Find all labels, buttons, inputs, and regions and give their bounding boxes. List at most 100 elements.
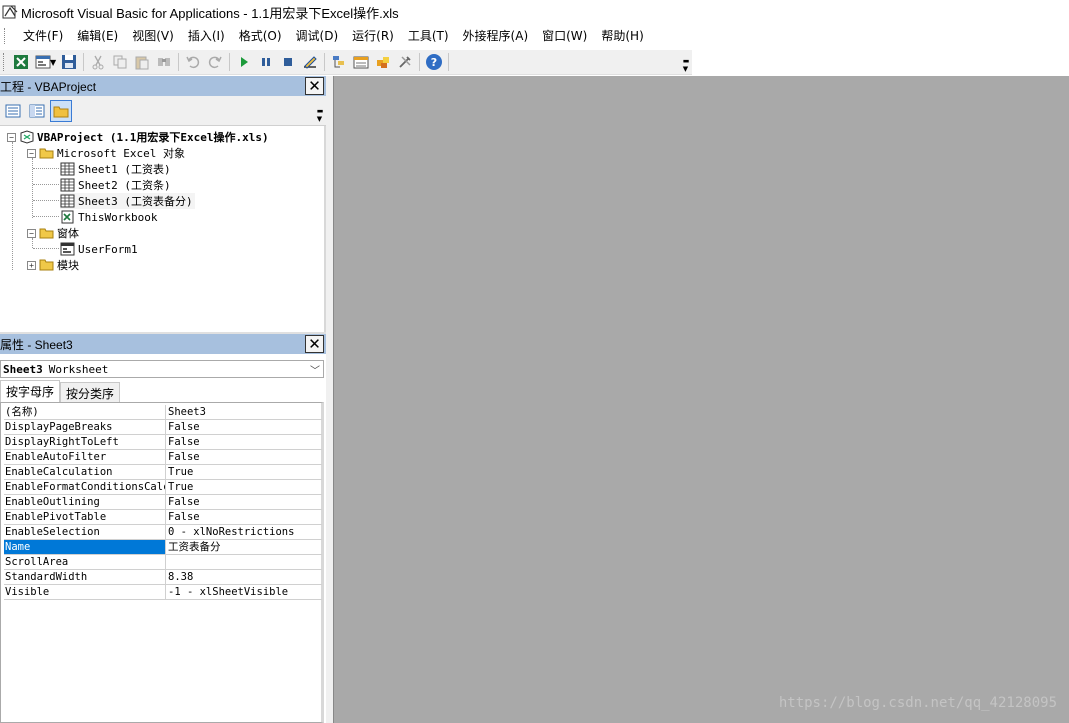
tree-node-sheet3[interactable]: Sheet3 (工资表备分) (60, 193, 195, 209)
toggle-folders-icon[interactable] (50, 99, 72, 122)
menu-addins[interactable]: 外接程序(A) (456, 26, 536, 46)
tab-alphabetic[interactable]: 按字母序 (0, 380, 61, 402)
property-row[interactable]: DisplayPageBreaks False (4, 420, 322, 435)
object-selector-dropdown[interactable]: Sheet3 Worksheet ﹀ (0, 360, 324, 378)
property-row[interactable]: DisplayRightToLeft False (4, 435, 322, 450)
property-name[interactable]: ScrollArea (4, 555, 166, 569)
tree-node-excel-objects[interactable]: − Microsoft Excel 对象 (27, 145, 187, 161)
redo-icon[interactable] (204, 51, 226, 73)
toolbar-options-chevron-icon[interactable]: ▬ ▼ (680, 50, 692, 75)
object-name: Sheet3 (3, 362, 43, 376)
view-object-icon[interactable] (26, 100, 48, 122)
property-row[interactable]: (名称) Sheet3 (4, 405, 322, 420)
project-toolbar-chevron-icon[interactable]: ▬ ▼ (314, 96, 326, 126)
chevron-down-icon[interactable]: ﹀ (310, 362, 320, 377)
property-value[interactable]: Sheet3 (166, 405, 322, 419)
tree-label-thisworkbook: ThisWorkbook (78, 210, 158, 224)
menu-window[interactable]: 窗口(W) (535, 26, 594, 46)
paste-icon[interactable] (131, 51, 153, 73)
code-window-area[interactable]: https://blog.csdn.net/qq_42128095 (333, 76, 1069, 723)
property-value[interactable]: False (166, 450, 322, 464)
property-row[interactable]: StandardWidth 8.38 (4, 570, 322, 585)
property-value[interactable]: 0 - xlNoRestrictions (166, 525, 322, 539)
property-value[interactable]: False (166, 420, 322, 434)
toolbox-icon[interactable] (394, 51, 416, 73)
insert-dropdown-chevron-icon[interactable]: ▼ (50, 58, 56, 67)
menu-file[interactable]: 文件(F) (16, 26, 70, 46)
property-name[interactable]: StandardWidth (4, 570, 166, 584)
project-explorer-icon[interactable] (328, 51, 350, 73)
property-name[interactable]: Visible (4, 585, 166, 599)
property-name[interactable]: Name (4, 540, 166, 554)
tree-node-userform1[interactable]: UserForm1 (60, 241, 140, 257)
property-row[interactable]: Name 工资表备分 (4, 540, 322, 555)
property-value[interactable]: False (166, 510, 322, 524)
property-name[interactable]: EnableFormatConditionsCalculation (4, 480, 166, 494)
menu-edit[interactable]: 编辑(E) (70, 26, 125, 46)
run-icon[interactable] (233, 51, 255, 73)
view-code-icon[interactable] (2, 100, 24, 122)
tree-node-forms[interactable]: − 窗体 (27, 225, 81, 241)
project-explorer-toolbar: ▬ ▼ (0, 96, 326, 126)
undo-icon[interactable] (182, 51, 204, 73)
property-row[interactable]: Visible -1 - xlSheetVisible (4, 585, 322, 600)
excel-icon[interactable] (10, 51, 32, 73)
tree-node-modules[interactable]: + 模块 (27, 257, 81, 273)
property-row[interactable]: EnableAutoFilter False (4, 450, 322, 465)
property-name[interactable]: DisplayRightToLeft (4, 435, 166, 449)
copy-icon[interactable] (109, 51, 131, 73)
help-icon[interactable]: ? (423, 51, 445, 73)
property-name[interactable]: DisplayPageBreaks (4, 420, 166, 434)
properties-icon[interactable] (350, 51, 372, 73)
collapse-icon[interactable]: − (27, 148, 36, 158)
reset-icon[interactable] (277, 51, 299, 73)
tree-node-vbaproject[interactable]: − VBAProject (1.1用宏录下Excel操作.xls) (7, 129, 271, 145)
menu-insert[interactable]: 插入(I) (181, 26, 232, 46)
tab-categorized[interactable]: 按分类序 (60, 382, 121, 402)
property-name[interactable]: EnableCalculation (4, 465, 166, 479)
menubar-grip[interactable] (4, 28, 8, 44)
collapse-icon[interactable]: − (7, 132, 16, 142)
toolbar-grip[interactable] (3, 53, 7, 71)
property-row[interactable]: EnableCalculation True (4, 465, 322, 480)
property-name[interactable]: EnablePivotTable (4, 510, 166, 524)
property-name[interactable]: (名称) (4, 405, 166, 419)
property-row[interactable]: EnablePivotTable False (4, 510, 322, 525)
property-value[interactable]: 8.38 (166, 570, 322, 584)
property-value[interactable] (166, 555, 322, 569)
object-browser-icon[interactable] (372, 51, 394, 73)
menu-view[interactable]: 视图(V) (125, 26, 181, 46)
find-icon[interactable] (153, 51, 175, 73)
menu-help[interactable]: 帮助(H) (594, 26, 650, 46)
property-value[interactable]: False (166, 435, 322, 449)
tree-node-thisworkbook[interactable]: ThisWorkbook (60, 209, 159, 225)
property-value[interactable]: 工资表备分 (166, 540, 322, 554)
cut-icon[interactable] (87, 51, 109, 73)
property-value[interactable]: True (166, 465, 322, 479)
menu-run[interactable]: 运行(R) (345, 26, 401, 46)
design-mode-icon[interactable] (299, 51, 321, 73)
property-name[interactable]: EnableOutlining (4, 495, 166, 509)
menu-format[interactable]: 格式(O) (232, 26, 289, 46)
menu-tools[interactable]: 工具(T) (401, 26, 456, 46)
property-value[interactable]: True (166, 480, 322, 494)
property-name[interactable]: EnableSelection (4, 525, 166, 539)
property-name[interactable]: EnableAutoFilter (4, 450, 166, 464)
close-properties-button[interactable]: ✕ (305, 335, 324, 353)
tree-node-sheet2[interactable]: Sheet2 (工资条) (60, 177, 173, 193)
property-value[interactable]: -1 - xlSheetVisible (166, 585, 322, 599)
tree-node-sheet1[interactable]: Sheet1 (工资表) (60, 161, 173, 177)
property-row[interactable]: EnableSelection 0 - xlNoRestrictions (4, 525, 322, 540)
collapse-icon[interactable]: − (27, 228, 36, 238)
tree-label-modules: 模块 (57, 259, 79, 272)
property-row[interactable]: EnableFormatConditionsCalculationTrue (4, 480, 322, 495)
menu-debug[interactable]: 调试(D) (289, 26, 346, 46)
pause-icon[interactable] (255, 51, 277, 73)
expand-icon[interactable]: + (27, 260, 36, 270)
vertical-dock-divider[interactable] (326, 76, 333, 723)
property-row[interactable]: ScrollArea (4, 555, 322, 570)
property-row[interactable]: EnableOutlining False (4, 495, 322, 510)
property-value[interactable]: False (166, 495, 322, 509)
save-icon[interactable] (58, 51, 80, 73)
close-project-explorer-button[interactable]: ✕ (305, 77, 324, 95)
